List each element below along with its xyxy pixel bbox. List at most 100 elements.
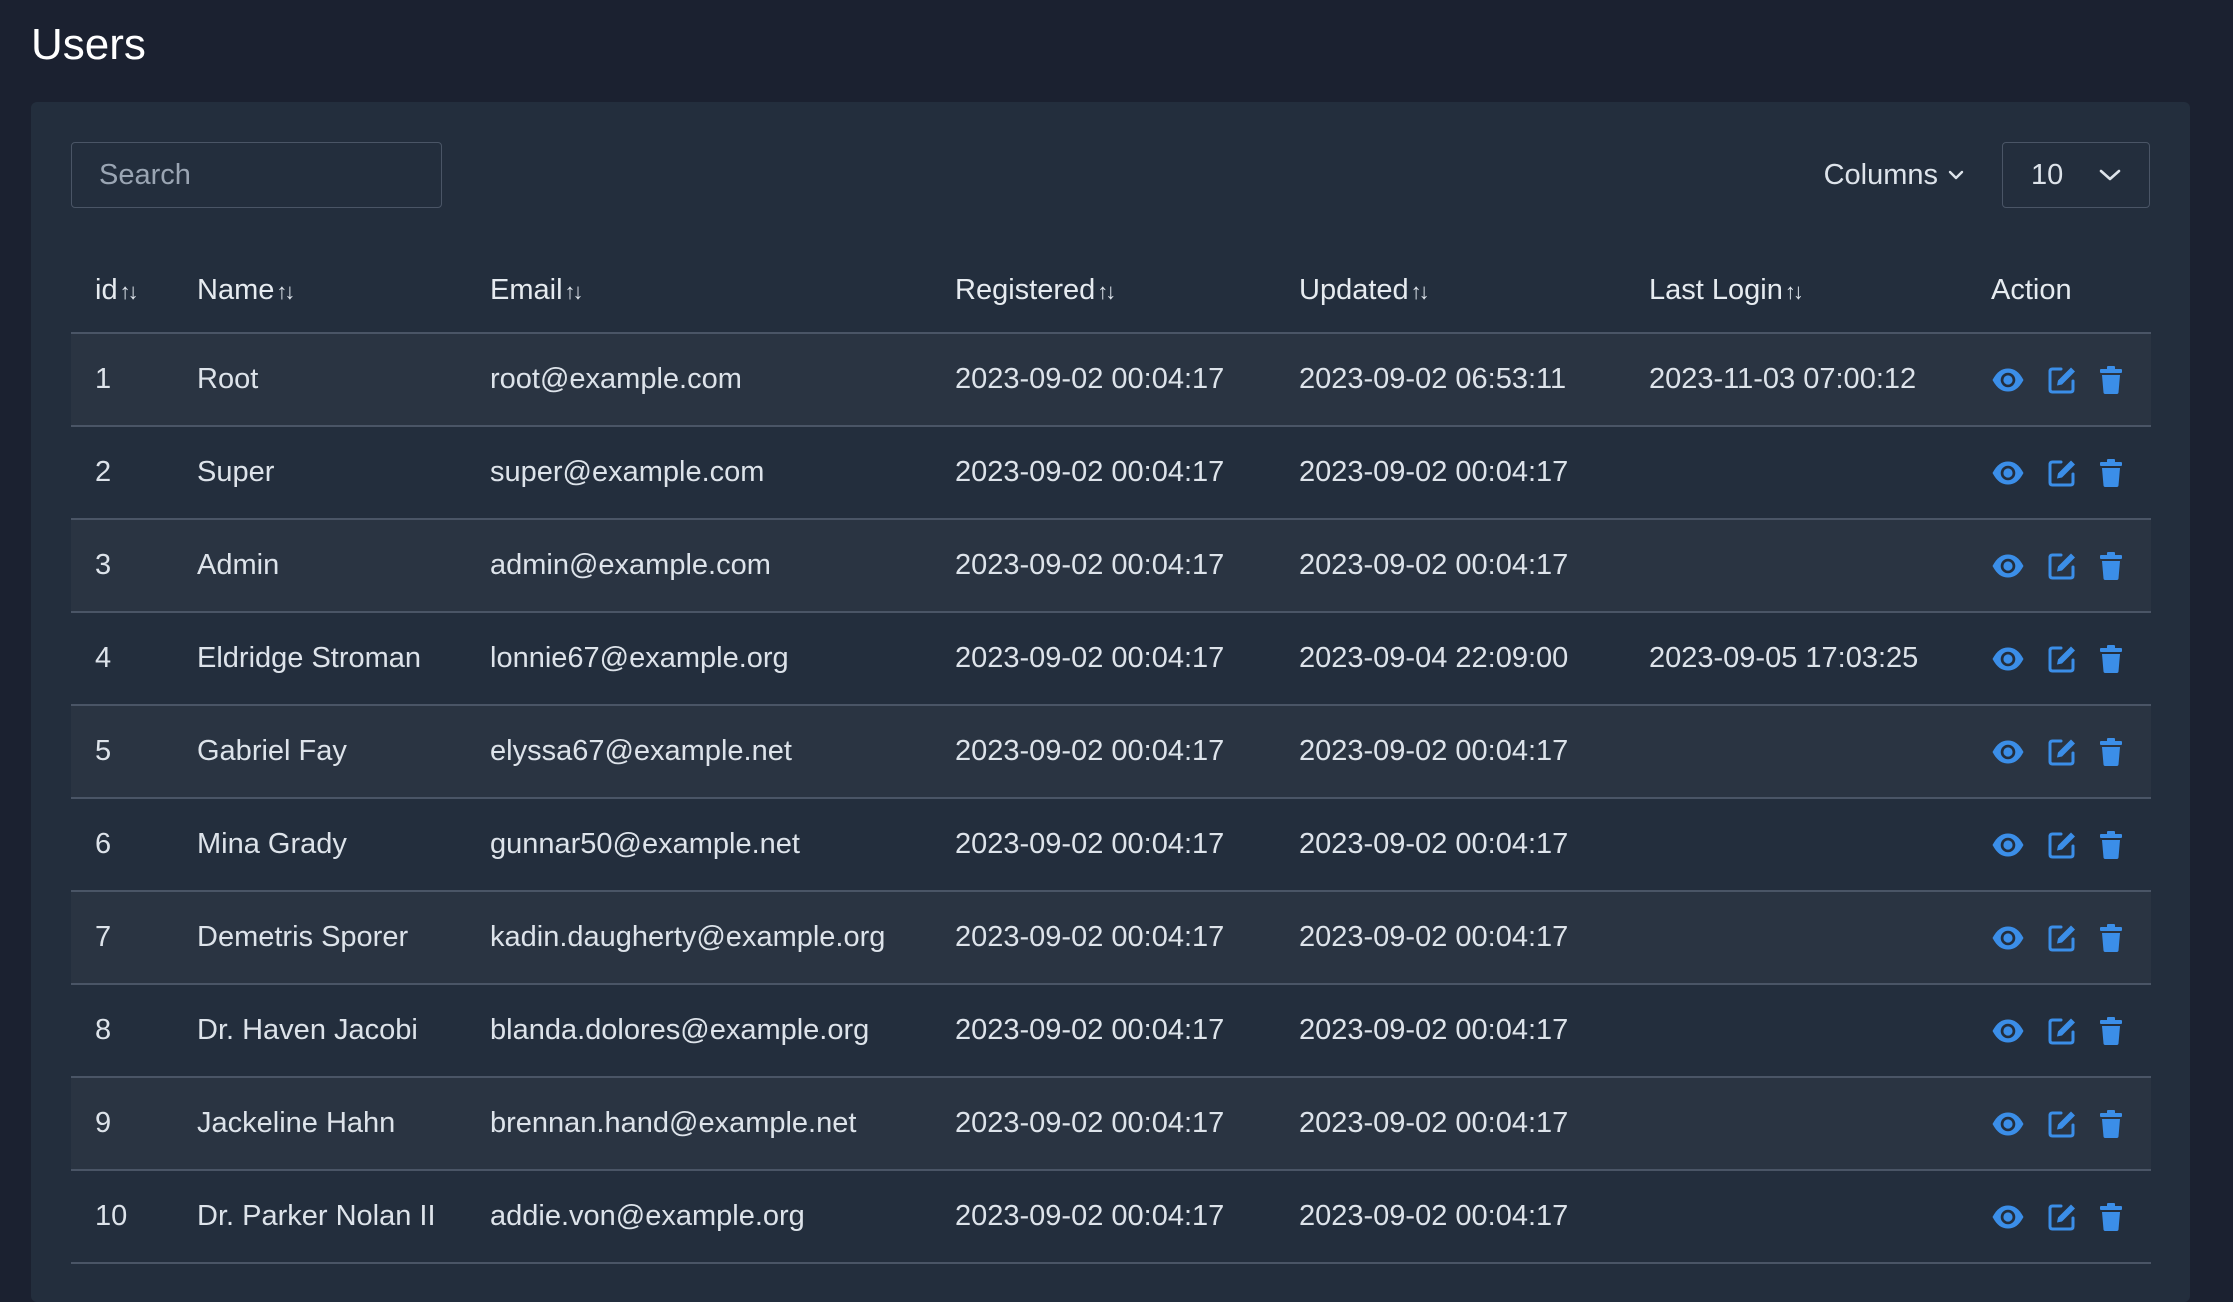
cell-email: blanda.dolores@example.org — [466, 984, 931, 1078]
column-header-action: Action — [1967, 248, 2151, 334]
eye-icon[interactable] — [1991, 460, 2025, 486]
cell-id: 6 — [71, 798, 173, 892]
cell-last-login — [1625, 519, 1967, 613]
cell-updated: 2023-09-02 00:04:17 — [1275, 1077, 1625, 1171]
trash-icon[interactable] — [2099, 1109, 2123, 1139]
cell-registered: 2023-09-02 00:04:17 — [931, 705, 1275, 799]
cell-email: root@example.com — [466, 333, 931, 427]
row-actions — [1991, 458, 2151, 488]
table-row: 9 Jackeline Hahn brennan.hand@example.ne… — [71, 1077, 2151, 1171]
edit-icon[interactable] — [2047, 737, 2077, 767]
cell-last-login — [1625, 705, 1967, 799]
cell-email: admin@example.com — [466, 519, 931, 613]
sort-icon[interactable]: ↑↓ — [565, 279, 584, 304]
column-header-id[interactable]: id↑↓ — [71, 248, 173, 334]
row-actions — [1991, 923, 2151, 953]
sort-icon[interactable]: ↑↓ — [1097, 279, 1116, 304]
cell-registered: 2023-09-02 00:04:17 — [931, 612, 1275, 706]
columns-dropdown-button[interactable]: Columns — [1824, 142, 1964, 208]
cell-registered: 2023-09-02 00:04:17 — [931, 426, 1275, 520]
cell-actions — [1967, 984, 2151, 1078]
cell-registered: 2023-09-02 00:04:17 — [931, 798, 1275, 892]
cell-email: addie.von@example.org — [466, 1170, 931, 1264]
edit-icon[interactable] — [2047, 1109, 2077, 1139]
column-header-registered[interactable]: Registered↑↓ — [931, 248, 1275, 334]
cell-email: gunnar50@example.net — [466, 798, 931, 892]
trash-icon[interactable] — [2099, 1202, 2123, 1232]
cell-actions — [1967, 426, 2151, 520]
page-size-select[interactable]: 10 — [2002, 142, 2150, 208]
table-body: 1 Root root@example.com 2023-09-02 00:04… — [71, 333, 2151, 1264]
cell-last-login — [1625, 426, 1967, 520]
eye-icon[interactable] — [1991, 1204, 2025, 1230]
cell-actions — [1967, 1077, 2151, 1171]
edit-icon[interactable] — [2047, 458, 2077, 488]
cell-name: Dr. Haven Jacobi — [173, 984, 466, 1078]
cell-registered: 2023-09-02 00:04:17 — [931, 333, 1275, 427]
cell-email: kadin.daugherty@example.org — [466, 891, 931, 985]
trash-icon[interactable] — [2099, 458, 2123, 488]
eye-icon[interactable] — [1991, 553, 2025, 579]
edit-icon[interactable] — [2047, 644, 2077, 674]
edit-icon[interactable] — [2047, 830, 2077, 860]
edit-icon[interactable] — [2047, 1016, 2077, 1046]
eye-icon[interactable] — [1991, 367, 2025, 393]
sort-icon[interactable]: ↑↓ — [1411, 279, 1430, 304]
eye-icon[interactable] — [1991, 646, 2025, 672]
table-row: 5 Gabriel Fay elyssa67@example.net 2023-… — [71, 705, 2151, 799]
cell-updated: 2023-09-02 00:04:17 — [1275, 426, 1625, 520]
trash-icon[interactable] — [2099, 737, 2123, 767]
cell-actions — [1967, 333, 2151, 427]
cell-email: super@example.com — [466, 426, 931, 520]
row-actions — [1991, 737, 2151, 767]
edit-icon[interactable] — [2047, 1202, 2077, 1232]
trash-icon[interactable] — [2099, 923, 2123, 953]
cell-last-login — [1625, 891, 1967, 985]
cell-last-login — [1625, 1077, 1967, 1171]
search-input[interactable] — [71, 142, 442, 208]
table-row: 2 Super super@example.com 2023-09-02 00:… — [71, 426, 2151, 520]
column-header-name[interactable]: Name↑↓ — [173, 248, 466, 334]
cell-registered: 2023-09-02 00:04:17 — [931, 1170, 1275, 1264]
trash-icon[interactable] — [2099, 830, 2123, 860]
edit-icon[interactable] — [2047, 365, 2077, 395]
cell-name: Root — [173, 333, 466, 427]
sort-icon[interactable]: ↑↓ — [120, 279, 139, 304]
trash-icon[interactable] — [2099, 551, 2123, 581]
row-actions — [1991, 1016, 2151, 1046]
cell-name: Jackeline Hahn — [173, 1077, 466, 1171]
chevron-down-icon — [1948, 169, 1964, 181]
cell-id: 2 — [71, 426, 173, 520]
eye-icon[interactable] — [1991, 739, 2025, 765]
cell-updated: 2023-09-02 06:53:11 — [1275, 333, 1625, 427]
edit-icon[interactable] — [2047, 551, 2077, 581]
cell-email: lonnie67@example.org — [466, 612, 931, 706]
table-row: 10 Dr. Parker Nolan II addie.von@example… — [71, 1170, 2151, 1264]
row-actions — [1991, 830, 2151, 860]
row-actions — [1991, 1109, 2151, 1139]
page-title: Users — [31, 20, 146, 69]
cell-id: 9 — [71, 1077, 173, 1171]
trash-icon[interactable] — [2099, 644, 2123, 674]
sort-icon[interactable]: ↑↓ — [276, 279, 295, 304]
cell-id: 5 — [71, 705, 173, 799]
cell-name: Admin — [173, 519, 466, 613]
trash-icon[interactable] — [2099, 365, 2123, 395]
trash-icon[interactable] — [2099, 1016, 2123, 1046]
table-header-row: id↑↓ Name↑↓ Email↑↓ Registered↑↓ Updated… — [71, 248, 2151, 334]
table-row: 8 Dr. Haven Jacobi blanda.dolores@exampl… — [71, 984, 2151, 1078]
sort-icon[interactable]: ↑↓ — [1785, 279, 1804, 304]
eye-icon[interactable] — [1991, 1111, 2025, 1137]
eye-icon[interactable] — [1991, 1018, 2025, 1044]
cell-actions — [1967, 705, 2151, 799]
cell-updated: 2023-09-02 00:04:17 — [1275, 519, 1625, 613]
cell-registered: 2023-09-02 00:04:17 — [931, 1077, 1275, 1171]
eye-icon[interactable] — [1991, 832, 2025, 858]
cell-id: 1 — [71, 333, 173, 427]
edit-icon[interactable] — [2047, 923, 2077, 953]
eye-icon[interactable] — [1991, 925, 2025, 951]
column-header-email[interactable]: Email↑↓ — [466, 248, 931, 334]
cell-last-login: 2023-11-03 07:00:12 — [1625, 333, 1967, 427]
column-header-last-login[interactable]: Last Login↑↓ — [1625, 248, 1967, 334]
column-header-updated[interactable]: Updated↑↓ — [1275, 248, 1625, 334]
